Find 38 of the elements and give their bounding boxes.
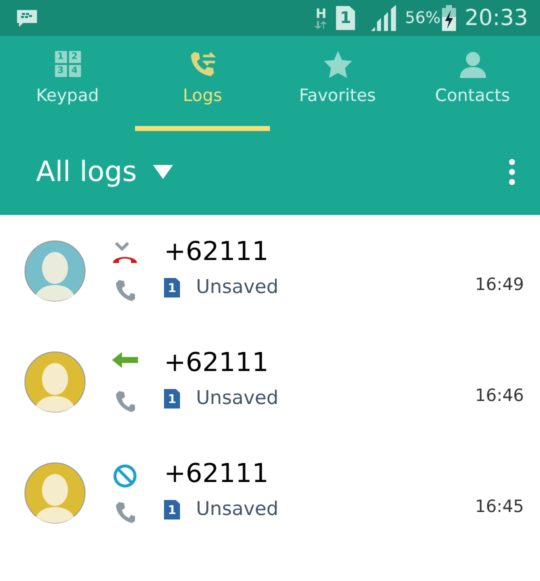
call-log-row[interactable]: +62111 1 Unsaved 16:45 <box>0 437 540 548</box>
star-icon <box>322 49 352 79</box>
tab[interactable]: Contacts <box>405 36 540 128</box>
phone-icon <box>115 390 135 412</box>
blocked-icon <box>112 462 138 488</box>
battery-percent: 56% <box>405 7 441 29</box>
battery-charging-icon <box>440 5 457 31</box>
phone-number: +62111 <box>164 461 270 488</box>
contact-status: Unsaved <box>196 275 278 300</box>
sim-icon: 1 <box>164 500 180 520</box>
person-icon <box>458 49 488 79</box>
contact-status: Unsaved <box>196 497 278 522</box>
phone-number: +62111 <box>164 350 270 376</box>
chat-icon <box>16 8 38 28</box>
tab[interactable]: Logs <box>135 36 270 128</box>
filter-dropdown[interactable]: All logs <box>36 150 173 192</box>
call-time: 16:46 <box>475 384 524 408</box>
call-log-row[interactable]: +62111 1 Unsaved 16:49 <box>0 215 540 326</box>
missed-call-icon <box>112 240 138 264</box>
phone-icon <box>115 278 135 300</box>
caret-icon <box>152 164 173 178</box>
data-arrows-icon <box>314 20 328 28</box>
contact-status: Unsaved <box>196 386 278 412</box>
call-log-row[interactable]: +62111 1 Unsaved 16:46 <box>0 326 540 437</box>
arrow-left-icon <box>112 352 138 368</box>
signal-icon <box>371 5 398 31</box>
sim-icon: 1 <box>164 278 180 298</box>
phone-icon <box>115 500 135 522</box>
sim-icon: 1 <box>164 388 180 408</box>
clock-time: 20:33 <box>464 4 528 32</box>
call-time: 16:45 <box>475 496 524 518</box>
call-time: 16:49 <box>475 274 524 296</box>
sim-icon: 1 <box>336 6 356 30</box>
tab[interactable]: 1 2 3 4 Keypad <box>0 36 135 128</box>
more-options-button[interactable] <box>508 158 516 184</box>
tab[interactable]: Favorites <box>270 36 405 128</box>
phone-number: +62111 <box>164 239 270 266</box>
network-type: H <box>316 8 326 20</box>
